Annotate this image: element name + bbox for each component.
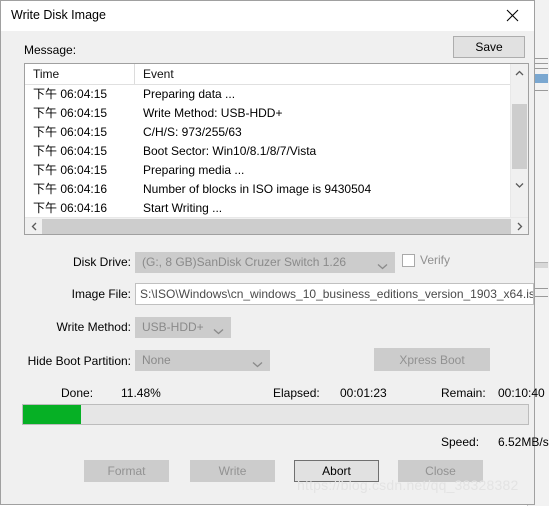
column-header-event[interactable]: Event: [143, 67, 174, 81]
log-row-time: 下午 06:04:16: [33, 182, 108, 196]
log-row-event: Number of blocks in ISO image is 9430504: [143, 182, 372, 196]
verify-checkbox[interactable]: Verify: [402, 253, 450, 267]
disk-drive-label: Disk Drive:: [72, 255, 131, 269]
disk-drive-select[interactable]: (G:, 8 GB)SanDisk Cruzer Switch 1.26: [135, 252, 395, 273]
log-row-event: Preparing media ...: [143, 163, 245, 177]
column-divider: [134, 64, 135, 84]
scroll-left-icon[interactable]: [25, 218, 42, 234]
log-row-time: 下午 06:04:15: [33, 125, 108, 139]
verify-checkbox-box[interactable]: [402, 253, 415, 267]
xpress-boot-button[interactable]: Xpress Boot: [374, 348, 490, 371]
title-bar: Write Disk Image: [1, 1, 534, 31]
log-row[interactable]: 下午 06:04:15 Preparing data ...: [25, 85, 528, 104]
log-row-event: C/H/S: 973/255/63: [143, 125, 242, 139]
save-button[interactable]: Save: [453, 36, 525, 58]
speed-value: 6.52MB/s: [498, 435, 549, 449]
remain-value: 00:10:40: [498, 386, 545, 400]
log-row-time: 下午 06:04:15: [33, 106, 108, 120]
progress-bar: [22, 404, 529, 425]
image-file-input[interactable]: S:\ISO\Windows\cn_windows_10_business_ed…: [135, 283, 534, 305]
log-row[interactable]: 下午 06:04:15 C/H/S: 973/255/63: [25, 123, 528, 142]
done-label: Done:: [61, 386, 94, 400]
scroll-down-icon[interactable]: [511, 176, 528, 193]
log-column-headers: Time Event: [25, 64, 528, 85]
vertical-scroll-thumb[interactable]: [512, 104, 527, 169]
image-file-label: Image File:: [71, 287, 131, 301]
log-rows: 下午 06:04:15 Preparing data ... 下午 06:04:15…: [25, 85, 528, 218]
chevron-down-icon: [252, 355, 263, 370]
chevron-down-icon: [213, 322, 224, 337]
log-row[interactable]: 下午 06:04:15 Write Method: USB-HDD+: [25, 104, 528, 123]
done-value: 11.48%: [121, 386, 161, 400]
verify-label: Verify: [420, 253, 451, 267]
window-title: Write Disk Image: [11, 8, 106, 22]
log-row[interactable]: 下午 06:04:16 Number of blocks in ISO image…: [25, 180, 528, 199]
write-method-value: USB-HDD+: [142, 320, 204, 334]
log-row-time: 下午 06:04:16: [33, 201, 108, 215]
log-horizontal-scrollbar[interactable]: [25, 217, 528, 234]
log-row-time: 下午 06:04:15: [33, 144, 108, 158]
image-file-value: S:\ISO\Windows\cn_windows_10_business_ed…: [140, 287, 534, 301]
write-method-select[interactable]: USB-HDD+: [135, 317, 231, 338]
hide-boot-partition-label: Hide Boot Partition:: [27, 354, 131, 368]
remain-label: Remain:: [441, 386, 486, 400]
log-row-time: 下午 06:04:15: [33, 163, 108, 177]
hide-boot-partition-value: None: [142, 353, 171, 367]
log-row[interactable]: 下午 06:04:16 Start Writing ...: [25, 199, 528, 218]
elapsed-label: Elapsed:: [273, 386, 320, 400]
log-row-event: Write Method: USB-HDD+: [143, 106, 283, 120]
scroll-right-icon[interactable]: [511, 218, 528, 234]
column-header-time[interactable]: Time: [33, 67, 59, 81]
write-method-label: Write Method:: [56, 320, 131, 334]
horizontal-scroll-thumb[interactable]: [42, 219, 511, 234]
write-button[interactable]: Write: [190, 460, 275, 482]
close-button[interactable]: Close: [398, 460, 483, 482]
log-row-time: 下午 06:04:15: [33, 87, 108, 101]
disk-drive-value: (G:, 8 GB)SanDisk Cruzer Switch 1.26: [142, 255, 347, 269]
log-row[interactable]: 下午 06:04:15 Preparing media ...: [25, 161, 528, 180]
close-icon[interactable]: [490, 1, 534, 30]
hide-boot-partition-select[interactable]: None: [135, 350, 270, 371]
log-row-event: Preparing data ...: [143, 87, 236, 101]
abort-button[interactable]: Abort: [294, 460, 379, 482]
log-row[interactable]: 下午 06:04:15 Boot Sector: Win10/8.1/8/7/Vi…: [25, 142, 528, 161]
speed-label: Speed:: [441, 435, 480, 449]
scroll-up-icon[interactable]: [511, 64, 528, 81]
log-row-event: Boot Sector: Win10/8.1/8/7/Vista: [143, 144, 317, 158]
log-vertical-scrollbar[interactable]: [510, 64, 528, 217]
log-row-event: Start Writing ...: [143, 201, 223, 215]
elapsed-value: 00:01:23: [340, 386, 387, 400]
message-log-list: Time Event 下午 06:04:15 Preparing data ...…: [24, 63, 529, 235]
progress-bar-fill: [23, 405, 81, 424]
write-disk-image-dialog: Write Disk Image Message: Save Time Even…: [0, 0, 549, 505]
message-label: Message:: [24, 43, 77, 57]
format-button[interactable]: Format: [84, 460, 169, 482]
chevron-down-icon: [377, 257, 388, 272]
